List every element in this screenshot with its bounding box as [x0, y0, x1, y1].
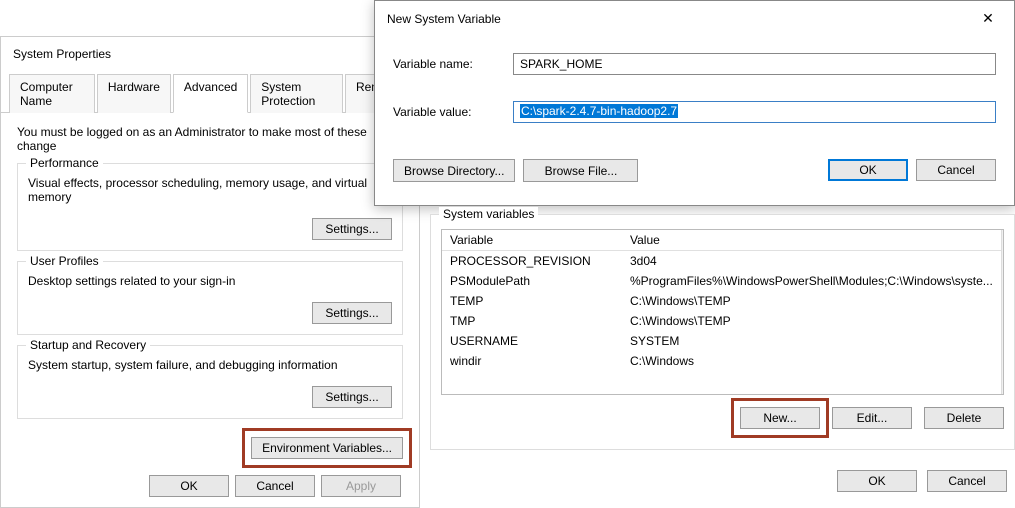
table-row[interactable]: windir C:\Windows [442, 351, 1001, 371]
variable-name-label: Variable name: [393, 57, 513, 71]
tab-system-protection[interactable]: System Protection [250, 74, 343, 113]
envvars-cancel-button[interactable]: Cancel [927, 470, 1007, 492]
variable-name-input[interactable] [513, 53, 996, 75]
dialog-titlebar: New System Variable ✕ [375, 1, 1014, 33]
newvar-ok-button[interactable]: OK [828, 159, 908, 181]
edit-button[interactable]: Edit... [832, 407, 912, 429]
system-properties-window: System Properties Computer Name Hardware… [0, 36, 420, 508]
scrollbar[interactable]: ▲ ▼ [1001, 230, 1004, 394]
sysprops-cancel-button[interactable]: Cancel [235, 475, 315, 497]
tab-content: You must be logged on as an Administrato… [1, 113, 419, 471]
dialog-title: New System Variable [387, 12, 501, 26]
startup-group: Startup and Recovery System startup, sys… [17, 345, 403, 419]
tab-advanced[interactable]: Advanced [173, 74, 248, 113]
performance-desc: Visual effects, processor scheduling, me… [28, 176, 392, 204]
browse-directory-button[interactable]: Browse Directory... [393, 159, 515, 182]
table-row[interactable]: TEMP C:\Windows\TEMP [442, 291, 1001, 311]
window-title: System Properties [1, 37, 419, 67]
performance-group: Performance Visual effects, processor sc… [17, 163, 403, 251]
profiles-title: User Profiles [26, 254, 103, 268]
tab-computer-name[interactable]: Computer Name [9, 74, 95, 113]
startup-title: Startup and Recovery [26, 338, 150, 352]
sysprops-bottom-buttons: OK Cancel Apply [149, 475, 401, 497]
scroll-up-icon[interactable]: ▲ [1002, 230, 1004, 242]
profiles-settings-button[interactable]: Settings... [312, 302, 392, 324]
new-button[interactable]: New... [740, 407, 820, 429]
performance-title: Performance [26, 156, 103, 170]
tab-hardware[interactable]: Hardware [97, 74, 171, 113]
environment-variables-button[interactable]: Environment Variables... [251, 437, 403, 459]
sysprops-apply-button[interactable]: Apply [321, 475, 401, 497]
table-header: Variable Value [442, 230, 1001, 251]
browse-file-button[interactable]: Browse File... [523, 159, 638, 182]
scroll-down-icon[interactable]: ▼ [1002, 383, 1004, 393]
profiles-desc: Desktop settings related to your sign-in [28, 274, 392, 288]
system-variables-list[interactable]: Variable Value PROCESSOR_REVISION 3d04 P… [441, 229, 1004, 395]
table-row[interactable]: TMP C:\Windows\TEMP [442, 311, 1001, 331]
user-profiles-group: User Profiles Desktop settings related t… [17, 261, 403, 335]
system-variables-group: System variables Variable Value PROCESSO… [430, 214, 1015, 450]
newvar-cancel-button[interactable]: Cancel [916, 159, 996, 181]
startup-settings-button[interactable]: Settings... [312, 386, 392, 408]
admin-note: You must be logged on as an Administrato… [17, 125, 403, 153]
delete-button[interactable]: Delete [924, 407, 1004, 429]
table-row[interactable]: PSModulePath %ProgramFiles%\WindowsPower… [442, 271, 1001, 291]
sysprops-ok-button[interactable]: OK [149, 475, 229, 497]
envvars-ok-button[interactable]: OK [837, 470, 917, 492]
system-variables-panel: System variables Variable Value PROCESSO… [430, 214, 1015, 508]
col-header-variable: Variable [450, 233, 630, 247]
table-row[interactable]: PROCESSOR_REVISION 3d04 [442, 251, 1001, 271]
close-icon[interactable]: ✕ [974, 9, 1002, 29]
new-system-variable-dialog: New System Variable ✕ Variable name: Var… [374, 0, 1015, 206]
col-header-value: Value [630, 233, 993, 247]
tab-strip: Computer Name Hardware Advanced System P… [1, 73, 419, 113]
sysvars-group-title: System variables [439, 207, 538, 221]
performance-settings-button[interactable]: Settings... [312, 218, 392, 240]
startup-desc: System startup, system failure, and debu… [28, 358, 392, 372]
variable-value-label: Variable value: [393, 105, 513, 119]
variable-value-input[interactable]: C:\spark-2.4.7-bin-hadoop2.7 [513, 101, 996, 123]
table-row[interactable]: USERNAME SYSTEM [442, 331, 1001, 351]
